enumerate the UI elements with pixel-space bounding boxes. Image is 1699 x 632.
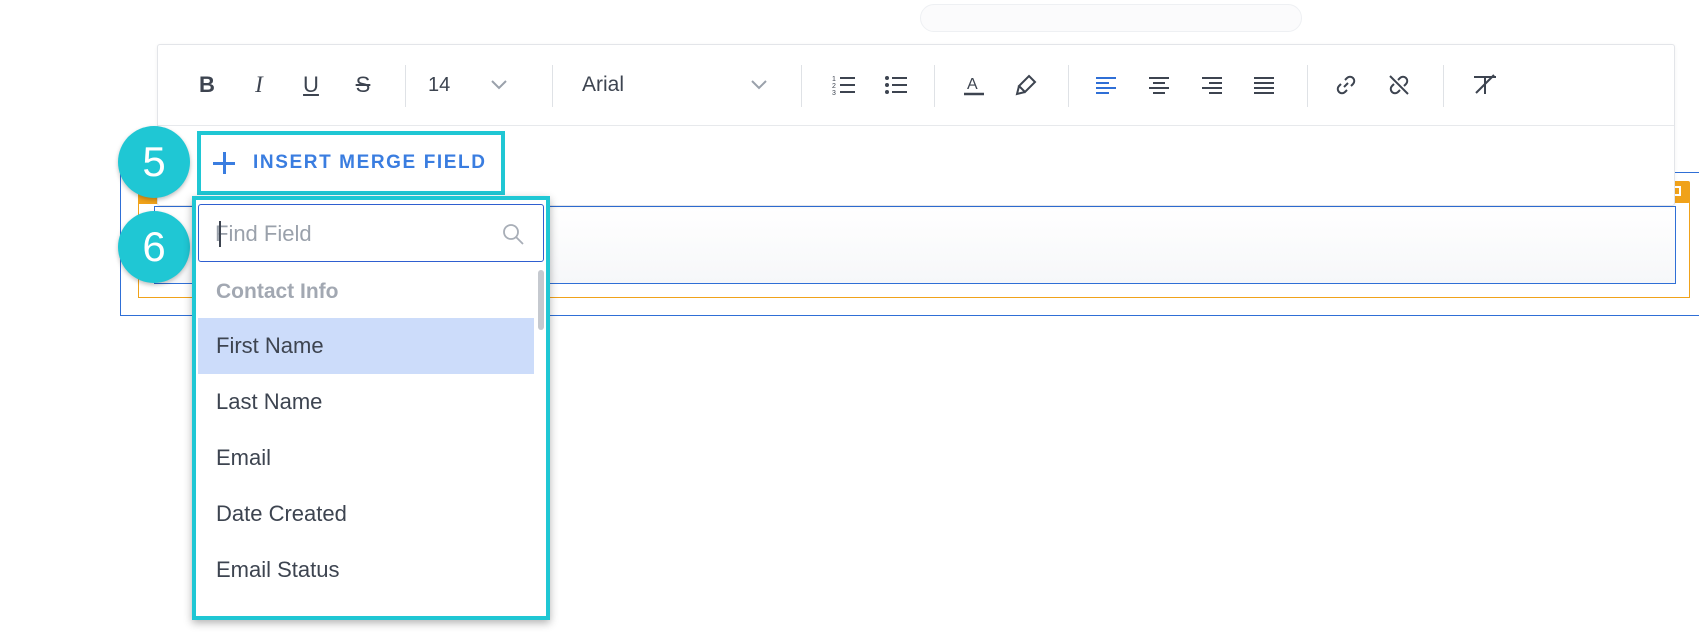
group-header-contact-info: Contact Info xyxy=(216,280,339,303)
toolbar-divider xyxy=(1443,65,1444,107)
toolbar-divider xyxy=(801,65,802,107)
chevron-down-icon xyxy=(750,79,768,91)
font-family-select[interactable]: Arial xyxy=(582,67,782,103)
merge-field-list: Contact Info First Name Last Name Email … xyxy=(198,266,534,598)
bold-button[interactable]: B xyxy=(192,67,222,103)
step-badge-5: 5 xyxy=(118,126,190,198)
svg-text:3: 3 xyxy=(832,90,836,96)
toolbar-divider xyxy=(552,65,553,107)
font-family-value: Arial xyxy=(582,73,625,96)
insert-merge-field-label: INSERT MERGE FIELD xyxy=(253,152,487,173)
text-cursor xyxy=(219,221,221,247)
list-item-last-name[interactable]: Last Name xyxy=(198,374,534,430)
underline-button[interactable]: U xyxy=(296,67,326,103)
toolbar-divider xyxy=(1068,65,1069,107)
toolbar-divider xyxy=(1307,65,1308,107)
merge-field-dropdown: Contact Info First Name Last Name Email … xyxy=(192,196,550,620)
text-color-icon[interactable]: A xyxy=(958,67,990,103)
background-pill xyxy=(920,4,1302,32)
highlight-icon[interactable] xyxy=(1010,67,1042,103)
list-item-first-name[interactable]: First Name xyxy=(198,318,534,374)
find-field-search[interactable] xyxy=(198,204,544,262)
clear-formatting-icon[interactable] xyxy=(1468,67,1502,103)
toolbar-divider xyxy=(934,65,935,107)
strikethrough-button[interactable]: S xyxy=(348,67,378,103)
find-field-input[interactable] xyxy=(213,205,487,262)
toolbar-divider xyxy=(405,65,406,107)
align-left-icon[interactable] xyxy=(1090,67,1122,103)
plus-icon xyxy=(213,152,235,174)
insert-merge-field-button[interactable]: INSERT MERGE FIELD xyxy=(197,131,505,195)
chevron-down-icon xyxy=(490,79,508,91)
step-badge-6: 6 xyxy=(118,211,190,283)
svg-text:1: 1 xyxy=(832,76,836,83)
italic-button[interactable]: I xyxy=(244,67,274,103)
list-item-email-status[interactable]: Email Status xyxy=(198,542,534,598)
list-item-date-created[interactable]: Date Created xyxy=(198,486,534,542)
svg-text:A: A xyxy=(967,76,978,93)
align-right-icon[interactable] xyxy=(1196,67,1228,103)
font-size-select[interactable]: 14 xyxy=(428,67,528,103)
bulleted-list-icon[interactable] xyxy=(880,67,912,103)
list-item-email[interactable]: Email xyxy=(198,430,534,486)
align-center-icon[interactable] xyxy=(1143,67,1175,103)
align-justify-icon[interactable] xyxy=(1248,67,1280,103)
formatting-toolbar: B I U S 14 Arial 123 A xyxy=(158,45,1674,126)
numbered-list-icon[interactable]: 123 xyxy=(828,67,860,103)
dropdown-scrollbar[interactable] xyxy=(538,270,544,330)
search-icon xyxy=(501,222,525,251)
link-icon[interactable] xyxy=(1330,67,1362,103)
unlink-icon[interactable] xyxy=(1383,67,1415,103)
svg-text:2: 2 xyxy=(832,83,836,90)
font-size-value: 14 xyxy=(428,73,451,96)
